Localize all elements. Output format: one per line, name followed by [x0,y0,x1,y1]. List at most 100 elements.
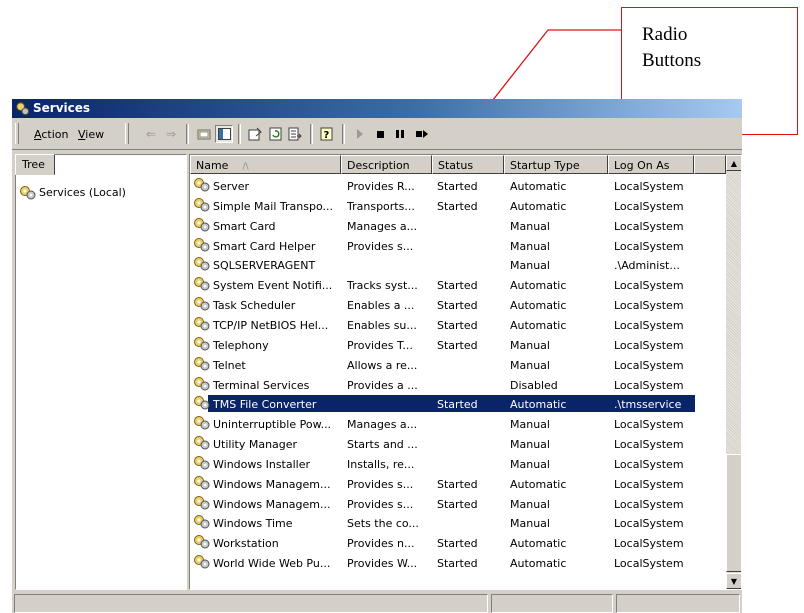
service-gear-icon [193,475,210,493]
cell-name: World Wide Web Pu... [213,557,331,571]
cell-description: Provides T... [347,338,413,352]
cell-name: Smart Card Helper [213,239,316,253]
table-row[interactable]: Smart Card Manages a... Manual LocalSystem [190,216,695,236]
table-row[interactable]: Windows Managem... Provides s... Started Au… [190,474,695,494]
table-row[interactable]: Telnet Allows a re... Manual LocalSystem [190,355,695,375]
cell-description: Tracks syst... [347,279,418,293]
toolbar-grip[interactable] [15,123,19,144]
table-row[interactable]: SQLSERVERAGENT Manual .\Administ... [190,255,695,275]
callout-line-1: Radio [642,24,688,45]
service-gear-icon [193,356,210,374]
cell-description: Provides R... [347,180,415,193]
table-row[interactable]: Windows Managem... Provides s... Started Ma… [190,494,695,514]
up-folder-icon[interactable] [195,125,213,143]
table-row[interactable]: Utility Manager Starts and ... Manual Local… [190,434,695,454]
cell-log-on-as: LocalSystem [614,299,684,313]
services-gear-icon [20,186,36,200]
cell-log-on-as: LocalSystem [614,457,684,471]
table-row[interactable]: Uninterruptible Pow... Manages a... Manual… [190,414,695,434]
table-row[interactable]: TMS File Converter Started Automatic .\tmss… [190,394,695,414]
cell-startup-type: Disabled [510,378,558,392]
cell-log-on-as: LocalSystem [614,477,684,491]
cell-description: Enables su... [347,318,417,332]
toolbar: Action View ⇐ ⇒ ? [12,119,742,150]
start-service-icon[interactable] [351,125,369,143]
table-row[interactable]: Simple Mail Transpo... Transports... Start… [190,196,695,216]
menu-action[interactable]: Action [34,128,68,141]
cell-startup-type: Automatic [510,398,567,412]
cell-name: TCP/IP NetBIOS Hel... [213,318,329,332]
table-row[interactable]: Workstation Provides n... Started Automatic… [190,533,695,553]
column-header-name[interactable]: Name/\ [190,155,341,174]
pause-service-icon[interactable] [391,125,409,143]
refresh-icon[interactable] [266,125,284,143]
cell-name: Workstation [213,537,279,551]
service-gear-icon [193,276,210,294]
cell-name: Windows Installer [213,457,311,471]
cell-status: Started [437,338,478,352]
cell-log-on-as: .\Administ... [614,259,680,273]
scroll-up-arrow-icon[interactable]: ▲ [726,155,741,171]
properties-icon[interactable] [246,125,264,143]
services-list[interactable]: Name/\ Description Status Startup Type L… [189,154,742,590]
stop-service-icon[interactable] [371,125,389,143]
cell-log-on-as: LocalSystem [614,418,684,432]
menu-view[interactable]: View [78,128,104,141]
cell-name: System Event Notifi... [213,279,333,293]
table-row[interactable]: World Wide Web Pu... Provides W... Started… [190,553,695,573]
vertical-scrollbar[interactable]: ▲ ▼ [726,155,741,589]
cell-name: Telephony [213,338,269,352]
table-row[interactable]: System Event Notifi... Tracks syst... Star… [190,275,695,295]
toolbar-grip[interactable] [125,123,129,144]
table-row[interactable]: Server Provides R... Started Automatic Local… [190,176,695,196]
cell-log-on-as: LocalSystem [614,318,684,332]
service-gear-icon [193,415,210,433]
forward-arrow-icon[interactable]: ⇒ [162,125,180,143]
cell-name: Utility Manager [213,438,298,452]
show-hide-tree-icon[interactable] [215,125,233,143]
cell-description: Starts and ... [347,438,418,452]
column-header-startup-type[interactable]: Startup Type [504,155,608,174]
cell-log-on-as: .\tmsservice [614,398,682,412]
scroll-down-arrow-icon[interactable]: ▼ [726,573,741,589]
column-header-description[interactable]: Description [341,155,432,174]
cell-name: Server [213,180,250,193]
service-gear-icon [193,554,210,572]
table-row[interactable]: Windows Time Sets the co... Manual LocalSys… [190,513,695,533]
cell-description: Enables a ... [347,299,415,313]
cell-log-on-as: LocalSystem [614,219,684,233]
table-row[interactable]: Telephony Provides T... Started Manual Local… [190,335,695,355]
table-row[interactable]: Smart Card Helper Provides s... Manual Loca… [190,236,695,256]
table-row[interactable]: TCP/IP NetBIOS Hel... Enables su... Starte… [190,315,695,335]
table-row[interactable]: Task Scheduler Enables a ... Started Automa… [190,295,695,315]
scrollbar-thumb[interactable] [726,454,741,572]
cell-log-on-as: LocalSystem [614,438,684,452]
service-gear-icon [193,316,210,334]
cell-description: Sets the co... [347,517,419,531]
cell-name: Windows Managem... [213,477,331,491]
service-gear-icon [193,296,210,314]
status-panel-3 [616,594,740,613]
status-panel-main [14,594,488,613]
toolbar-separator [238,124,241,144]
service-gear-icon [193,256,210,274]
service-gear-icon [193,495,210,513]
restart-service-icon[interactable] [413,125,431,143]
table-row[interactable]: Terminal Services Provides a ... Disabled L… [190,375,695,395]
help-icon[interactable]: ? [318,125,336,143]
title-bar[interactable]: Services [12,99,742,118]
back-arrow-icon[interactable]: ⇐ [142,125,160,143]
service-gear-icon [193,455,210,473]
cell-log-on-as: LocalSystem [614,557,684,571]
column-header-status[interactable]: Status [432,155,504,174]
tab-tree[interactable]: Tree [15,154,55,175]
status-bar [12,594,742,613]
tree-pane[interactable]: Services (Local) [15,154,187,590]
column-header-log-on-as[interactable]: Log On As [608,155,694,174]
cell-name: Simple Mail Transpo... [213,199,333,213]
export-list-icon[interactable] [286,125,304,143]
cell-startup-type: Manual [510,239,550,253]
cell-startup-type: Manual [510,457,550,471]
table-row[interactable]: Windows Installer Installs, re... Manual Lo… [190,454,695,474]
tree-node-label: Services (Local) [39,186,126,199]
